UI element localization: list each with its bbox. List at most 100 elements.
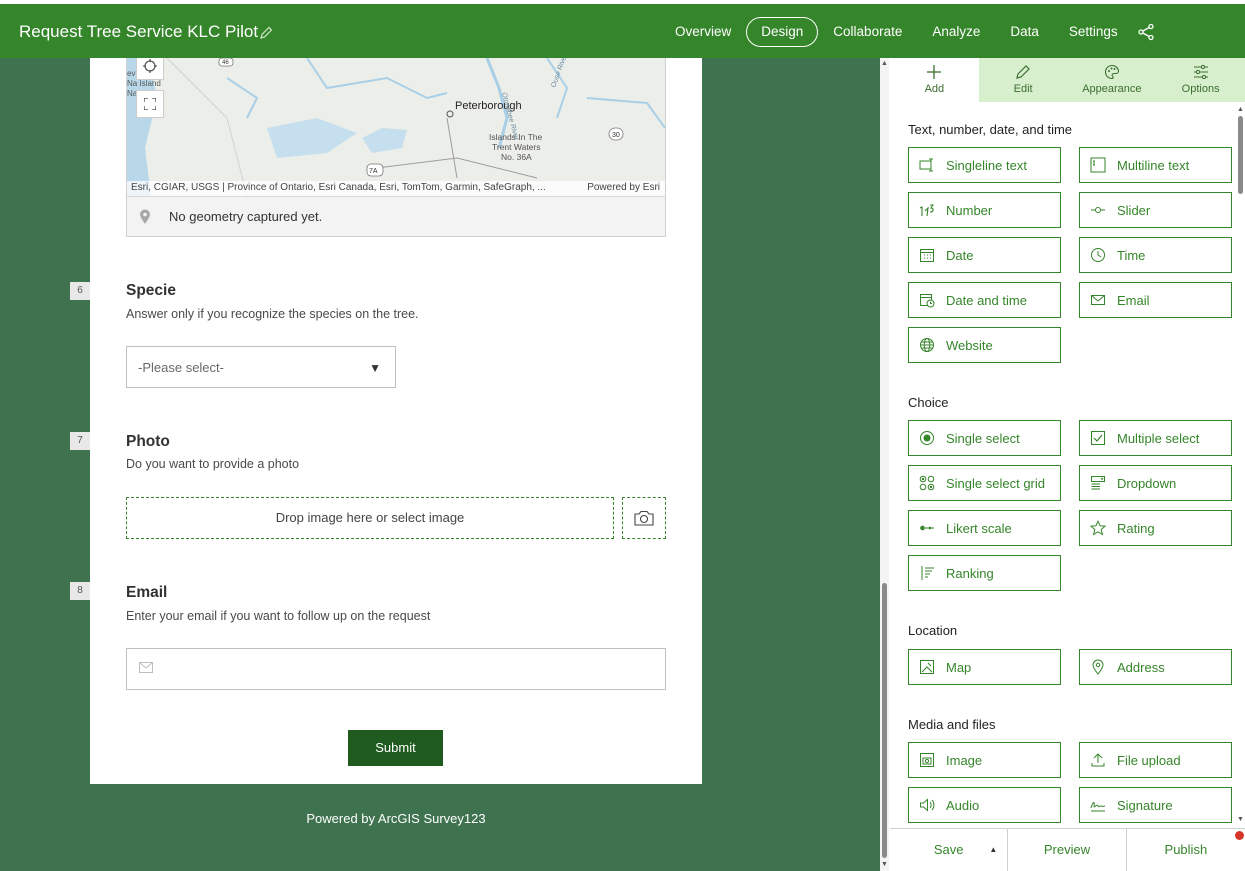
photo-dropzone[interactable]: Drop image here or select image bbox=[126, 497, 614, 539]
section-choice: Choice bbox=[908, 395, 949, 410]
question-hint: Answer only if you recognize the species… bbox=[126, 307, 419, 321]
question-title: Email bbox=[126, 584, 168, 601]
tab-appearance[interactable]: Appearance bbox=[1067, 58, 1157, 102]
panel-scrollbar[interactable]: ▲ ▼ bbox=[1236, 106, 1245, 826]
submit-button[interactable]: Submit bbox=[348, 730, 443, 766]
map-view[interactable]: Peterborough Islands In The Trent Waters… bbox=[127, 58, 665, 196]
add-file-upload-button[interactable]: File upload bbox=[1079, 742, 1232, 778]
add-email-button[interactable]: Email bbox=[1079, 282, 1232, 318]
scrollbar-thumb[interactable] bbox=[882, 583, 887, 858]
nav-analyze[interactable]: Analyze bbox=[917, 17, 995, 47]
publish-button[interactable]: Publish bbox=[1127, 829, 1245, 871]
scroll-up-arrow[interactable]: ▲ bbox=[1237, 106, 1244, 113]
tab-edit[interactable]: Edit bbox=[978, 58, 1068, 102]
nav-overview[interactable]: Overview bbox=[660, 17, 746, 47]
section-text-number: Text, number, date, and time bbox=[908, 122, 1073, 137]
map-label-islands-3: No. 36A bbox=[501, 152, 532, 162]
question-title: Photo bbox=[126, 433, 170, 450]
save-options-caret-icon[interactable]: ▲ bbox=[989, 829, 997, 871]
crosshair-icon bbox=[143, 59, 157, 73]
add-dropdown-button[interactable]: Dropdown bbox=[1079, 465, 1232, 501]
preview-button[interactable]: Preview bbox=[1008, 829, 1127, 871]
app-header: Request Tree Service KLC Pilot Overview … bbox=[0, 0, 1245, 58]
map-label-islands-2: Trent Waters bbox=[492, 142, 541, 152]
scroll-up-arrow[interactable]: ▲ bbox=[881, 60, 888, 67]
add-signature-button[interactable]: Signature bbox=[1079, 787, 1232, 823]
grid-radio-icon bbox=[919, 475, 935, 491]
locate-button[interactable] bbox=[136, 58, 164, 80]
panel-tabs: Add Edit Appearance Options bbox=[890, 58, 1245, 102]
button-label: Audio bbox=[946, 797, 980, 813]
button-label: Image bbox=[946, 752, 983, 768]
canvas-scrollbar[interactable]: ▲ ▼ bbox=[880, 58, 889, 871]
button-label: Rating bbox=[1117, 520, 1155, 536]
specie-dropdown[interactable]: -Please select- ▼ bbox=[126, 346, 396, 388]
add-singleline-text-button[interactable]: Singleline text bbox=[908, 147, 1061, 183]
add-map-button[interactable]: Map bbox=[908, 649, 1061, 685]
fullscreen-button[interactable] bbox=[136, 90, 164, 118]
camera-button[interactable] bbox=[622, 497, 666, 539]
add-likert-scale-button[interactable]: Likert scale bbox=[908, 510, 1061, 546]
scroll-down-arrow[interactable]: ▼ bbox=[881, 861, 888, 868]
edit-title-icon[interactable] bbox=[258, 25, 274, 41]
save-button[interactable]: Save ▲ bbox=[890, 829, 1009, 871]
checkbox-icon bbox=[1091, 431, 1105, 445]
map-label-island: Na Island bbox=[127, 79, 161, 88]
scrollbar-thumb[interactable] bbox=[1238, 116, 1243, 194]
main-nav: Overview Design Collaborate Analyze Data… bbox=[660, 16, 1155, 48]
question-number: 7 bbox=[70, 432, 90, 450]
nav-settings[interactable]: Settings bbox=[1054, 17, 1133, 47]
add-number-button[interactable]: Number bbox=[908, 192, 1061, 228]
add-time-button[interactable]: Time bbox=[1079, 237, 1232, 273]
add-audio-button[interactable]: Audio bbox=[908, 787, 1061, 823]
section-media: Media and files bbox=[908, 717, 996, 732]
design-canvas: Peterborough Islands In The Trent Waters… bbox=[0, 58, 880, 871]
button-label: Email bbox=[1117, 292, 1150, 308]
map-route-30: 30 bbox=[612, 132, 620, 139]
add-multiline-text-button[interactable]: Multiline text bbox=[1079, 147, 1232, 183]
button-label: Multiple select bbox=[1117, 430, 1200, 446]
add-ranking-button[interactable]: Ranking bbox=[908, 555, 1061, 591]
location-pin-icon bbox=[1092, 659, 1104, 675]
button-label: File upload bbox=[1117, 752, 1181, 768]
button-label: Address bbox=[1117, 659, 1165, 675]
share-icon[interactable] bbox=[1137, 23, 1155, 41]
add-image-button[interactable]: Image bbox=[908, 742, 1061, 778]
add-date-button[interactable]: Date bbox=[908, 237, 1061, 273]
question-hint: Enter your email if you want to follow u… bbox=[126, 609, 431, 623]
pencil-icon bbox=[1016, 65, 1030, 79]
add-rating-button[interactable]: Rating bbox=[1079, 510, 1232, 546]
add-single-select-grid-button[interactable]: Single select grid bbox=[908, 465, 1061, 501]
tab-add[interactable]: Add bbox=[890, 58, 979, 102]
clock-icon bbox=[1091, 248, 1105, 262]
button-label: Map bbox=[946, 659, 972, 675]
map-route-7a: 7A bbox=[369, 168, 378, 175]
add-slider-button[interactable]: Slider bbox=[1079, 192, 1232, 228]
nav-design[interactable]: Design bbox=[746, 17, 819, 47]
map-icon bbox=[920, 660, 934, 674]
dropdown-arrow-icon: ▼ bbox=[369, 361, 381, 375]
save-label: Save bbox=[933, 842, 964, 857]
powered-by-survey123: Powered by ArcGIS Survey123 bbox=[306, 811, 486, 826]
nav-data[interactable]: Data bbox=[995, 17, 1054, 47]
nav-collaborate[interactable]: Collaborate bbox=[818, 17, 917, 47]
dropdown-value: -Please select- bbox=[138, 360, 224, 375]
powered-by-esri[interactable]: Powered by Esri bbox=[587, 182, 660, 193]
attribution-text: Esri, CGIAR, USGS | Province of Ontario,… bbox=[131, 182, 546, 193]
map-label-ev: ev bbox=[127, 69, 135, 78]
tab-options[interactable]: Options bbox=[1156, 58, 1245, 102]
scroll-down-arrow[interactable]: ▼ bbox=[1237, 816, 1244, 823]
button-label: Single select bbox=[946, 430, 1020, 446]
multiline-text-icon bbox=[1090, 157, 1106, 173]
email-field[interactable] bbox=[126, 648, 666, 690]
add-multiple-select-button[interactable]: Multiple select bbox=[1079, 420, 1232, 456]
sliders-icon bbox=[1193, 64, 1208, 80]
add-address-button[interactable]: Address bbox=[1079, 649, 1232, 685]
tab-label: Add bbox=[924, 83, 945, 95]
add-single-select-button[interactable]: Single select bbox=[908, 420, 1061, 456]
image-icon bbox=[920, 753, 934, 767]
add-date-and-time-button[interactable]: Date and time bbox=[908, 282, 1061, 318]
unsaved-indicator bbox=[1235, 831, 1244, 840]
button-label: Date bbox=[946, 247, 974, 263]
add-website-button[interactable]: Website bbox=[908, 327, 1061, 363]
